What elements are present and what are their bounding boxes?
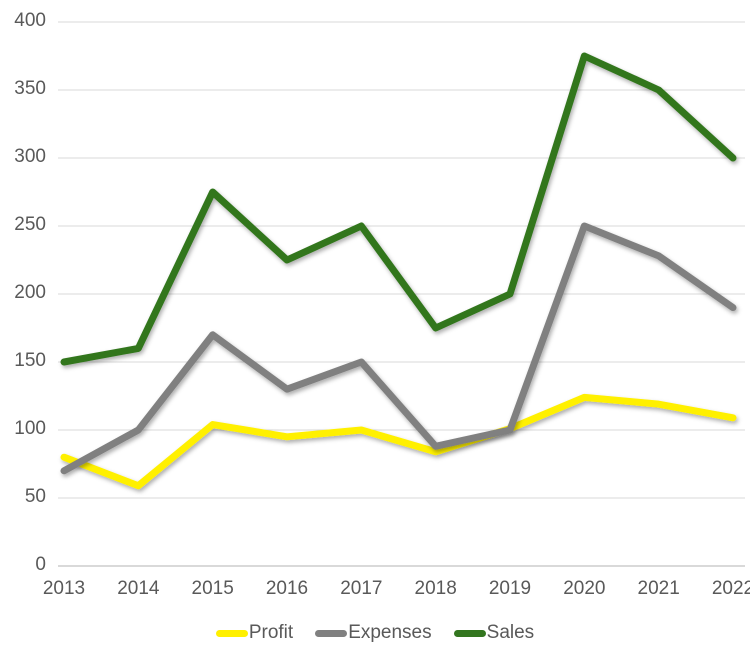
x-tick-label-2019: 2019	[488, 578, 532, 599]
legend-swatch-expenses-icon	[315, 629, 348, 637]
y-tick-label-0: 0	[35, 554, 46, 575]
y-tick-label-150: 150	[14, 350, 46, 371]
legend-item-expenses[interactable]: Expenses	[315, 622, 432, 644]
series-line-expenses	[60, 222, 737, 475]
y-tick-label-50: 50	[24, 486, 46, 507]
data-series-group	[60, 52, 737, 490]
y-tick-label-350: 350	[14, 78, 46, 99]
legend-label-expenses: Expenses	[348, 622, 432, 643]
legend-label-profit: Profit	[248, 622, 294, 643]
x-tick-label-2017: 2017	[340, 578, 383, 599]
legend-label-sales: Sales	[486, 622, 535, 643]
legend-item-sales[interactable]: Sales	[453, 622, 535, 644]
x-tick-label-2013: 2013	[42, 578, 86, 599]
legend-swatch-sales-icon	[453, 629, 486, 637]
x-tick-label-2016: 2016	[265, 578, 309, 599]
y-tick-label-250: 250	[14, 214, 46, 235]
x-tick-label-2015: 2015	[191, 578, 234, 599]
x-tick-label-2021: 2021	[637, 578, 680, 599]
series-line-profit	[60, 393, 737, 490]
chart-plot-area	[58, 21, 745, 567]
line-chart: 0 50 100 150 200 250 300 350 400 2013 2014 2015 201…	[0, 0, 750, 664]
y-tick-label-100: 100	[14, 418, 46, 439]
x-tick-label-2020: 2020	[563, 578, 606, 599]
y-tick-label-300: 300	[14, 146, 46, 167]
x-tick-label-2018: 2018	[414, 578, 457, 599]
legend-item-profit[interactable]: Profit	[215, 622, 294, 644]
series-line-sales	[60, 52, 737, 366]
x-tick-label-2022: 2022	[711, 578, 750, 599]
x-tick-label-2014: 2014	[117, 578, 160, 599]
legend-swatch-profit-icon	[215, 629, 248, 637]
chart-legend: Profit Expenses Sales	[0, 618, 750, 648]
y-tick-label-400: 400	[14, 10, 46, 31]
y-tick-label-200: 200	[14, 282, 46, 303]
